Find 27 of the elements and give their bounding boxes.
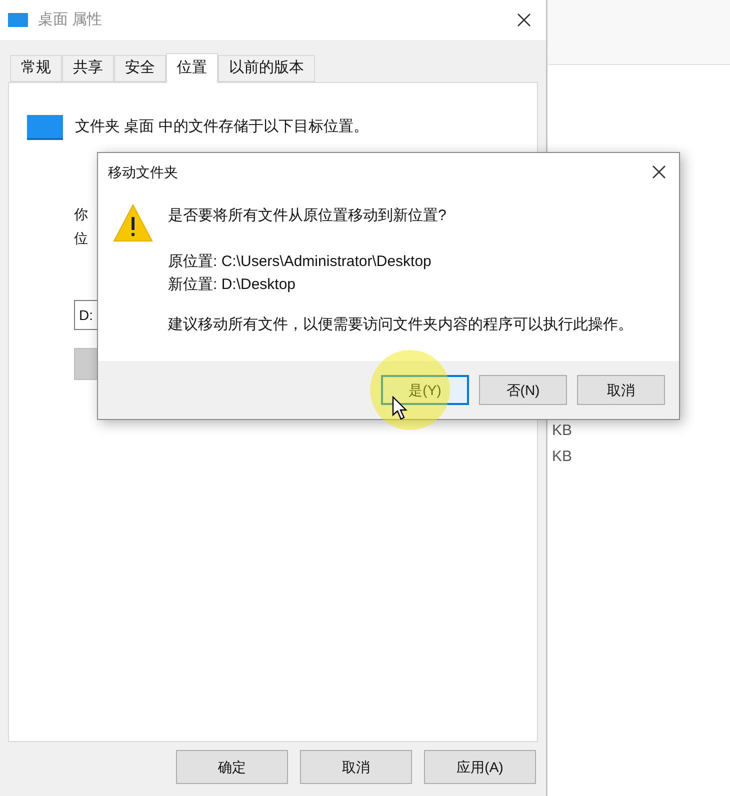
dialog-advice: 建议移动所有文件，以便需要访问文件夹内容的程序可以执行此操作。 xyxy=(168,314,633,334)
dialog-button[interactable]: 取消 xyxy=(300,750,412,784)
tab[interactable]: 常规 xyxy=(10,55,62,82)
close-icon[interactable] xyxy=(516,12,532,28)
dialog-title: 移动文件夹 xyxy=(108,162,179,182)
location-detail: 原位置: C:\Users\Administrator\Desktop xyxy=(168,252,432,272)
close-icon[interactable] xyxy=(651,164,667,180)
dialog-button[interactable]: 应用(A) xyxy=(424,750,536,784)
dialog-question: 是否要将所有文件从原位置移动到新位置? xyxy=(168,206,448,226)
location-detail: 新位置: D:\Desktop xyxy=(168,274,297,294)
dialog-button[interactable]: 是(Y) xyxy=(381,375,469,405)
tab[interactable]: 安全 xyxy=(114,55,166,82)
file-size: KB xyxy=(551,421,574,441)
hint-text: 你 xyxy=(74,205,88,224)
file-size: KB xyxy=(551,447,574,467)
dialog-button[interactable]: 否(N) xyxy=(479,375,567,405)
folder-icon xyxy=(27,115,63,140)
tab[interactable]: 位置 xyxy=(166,53,218,83)
tab[interactable]: 以前的版本 xyxy=(218,55,315,82)
dialog-button[interactable]: 确定 xyxy=(176,750,288,784)
window-title: 桌面 属性 xyxy=(38,10,104,30)
tab[interactable]: 共享 xyxy=(62,55,114,82)
hint-text: 位 xyxy=(74,229,88,248)
warning-icon xyxy=(112,203,154,243)
dialog-button[interactable]: 取消 xyxy=(577,375,665,405)
folder-icon xyxy=(8,13,28,27)
location-description: 文件夹 桌面 中的文件存储于以下目标位置。 xyxy=(75,117,368,138)
